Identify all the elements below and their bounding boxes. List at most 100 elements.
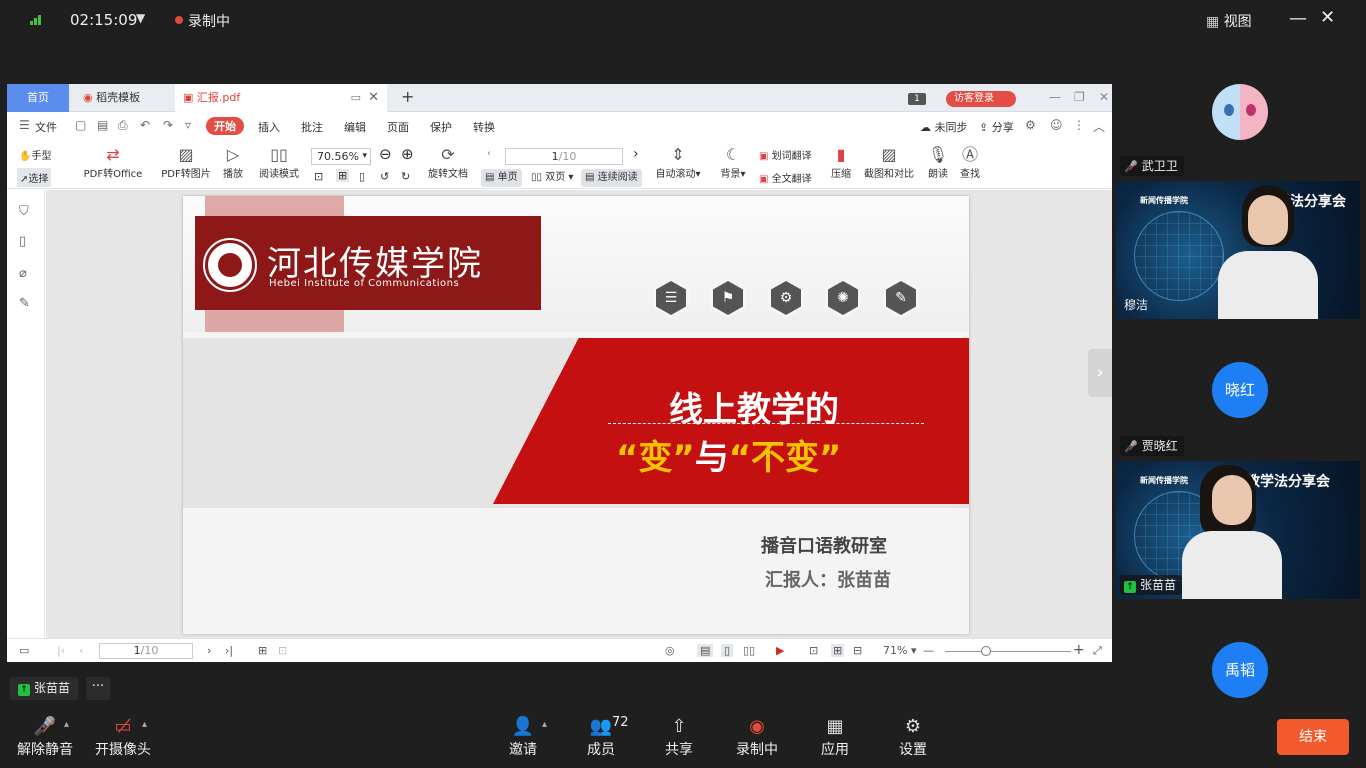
camera-button[interactable]: ▭̸ 开摄像头 ▴	[94, 715, 152, 759]
record-button[interactable]: ◉ 录制中	[735, 715, 779, 759]
fit-width-icon-bottom[interactable]: ⊟	[853, 644, 862, 657]
select-tool[interactable]: ➚选择	[17, 168, 52, 187]
thumbnails-icon[interactable]: ▯	[19, 234, 26, 249]
background-button[interactable]: ☾ 背景▾	[717, 145, 749, 180]
play-button[interactable]: ▷ 播放	[220, 145, 246, 180]
collapse-icon[interactable]: ︿	[1093, 118, 1105, 135]
customize-dropdown-icon[interactable]: ▿	[185, 118, 191, 132]
continuous-mode-icon[interactable]: ▤	[697, 644, 714, 657]
redo-icon[interactable]: ↷	[163, 118, 173, 132]
rotate-document-button[interactable]: ⟳ 旋转文档	[425, 145, 471, 180]
find-button[interactable]: Ⓐ 查找	[957, 145, 983, 180]
settings-icon[interactable]: ⚙	[1025, 118, 1036, 132]
menu-start[interactable]: 开始	[206, 117, 244, 135]
menu-page[interactable]: 页面	[387, 119, 409, 135]
zoom-slider-track[interactable]	[945, 651, 1071, 652]
end-meeting-button[interactable]: 结束	[1277, 719, 1349, 755]
pdf-to-image-button[interactable]: ▨ PDF转图片	[157, 145, 215, 180]
auto-scroll-button[interactable]: ⇕ 自动滚动▾	[652, 145, 704, 180]
menu-protect[interactable]: 保护	[430, 119, 452, 135]
first-page-icon[interactable]: |‹	[57, 644, 65, 657]
continuous-read-button[interactable]: ▤ 连续阅读	[581, 169, 642, 187]
zoom-select[interactable]: 70.56% ▾	[311, 148, 371, 165]
attachment-icon[interactable]: ⌀	[19, 266, 27, 281]
pdf-to-office-button[interactable]: ⇄ PDF转Office	[77, 145, 149, 180]
participant-tile-1[interactable]: 🎤̸ 武卫卫	[1116, 42, 1360, 180]
sidebar-toggle-icon[interactable]: ▭	[19, 644, 29, 657]
menu-convert[interactable]: 转换	[473, 119, 495, 135]
fit-width-icon[interactable]: ▯	[359, 170, 365, 183]
invite-button[interactable]: 👤 邀请 ▴	[506, 715, 547, 759]
monitor-icon[interactable]: ▭	[351, 84, 361, 112]
word-translate-button[interactable]: ▣ 划词翻译	[759, 147, 812, 162]
hamburger-icon[interactable]: ☰	[19, 118, 30, 132]
rotate-right-icon[interactable]: ↻	[401, 170, 410, 183]
menu-annotate[interactable]: 批注	[301, 119, 323, 135]
menu-edit[interactable]: 编辑	[344, 119, 366, 135]
side-next-icon[interactable]: ›	[1088, 349, 1112, 397]
screenshot-compare-button[interactable]: ▨ 截图和对比	[861, 145, 917, 180]
close-tab-icon[interactable]: ✕	[368, 84, 379, 112]
fullscreen-icon[interactable]: ⤢	[1093, 644, 1102, 658]
play-slideshow-icon[interactable]: ▶	[776, 644, 784, 657]
zoom-slider-handle[interactable]	[981, 646, 991, 656]
unmute-button[interactable]: 🎤̸ 解除静音 ▴	[16, 715, 74, 759]
members-button[interactable]: 👥 成员 72	[586, 715, 629, 759]
last-page-icon[interactable]: ›|	[225, 644, 233, 657]
tab-template[interactable]: ◉ 稻壳模板	[71, 84, 171, 112]
page-input-bottom[interactable]: 1/10	[99, 643, 193, 659]
next-page-icon[interactable]: ›	[633, 146, 639, 162]
share-screen-button[interactable]: ⇧ 共享	[664, 715, 694, 759]
double-mode-icon[interactable]: ▯▯	[743, 644, 755, 657]
share-button[interactable]: ⇪ 分享	[979, 119, 1014, 135]
close-icon[interactable]: ✕	[1320, 7, 1335, 28]
visitor-login-button[interactable]: 访客登录	[946, 91, 1016, 107]
view-button[interactable]: ▦ 视图	[1206, 11, 1252, 31]
participant-tile-2[interactable]: 新闻传播学院 学法分享会 穆洁	[1116, 181, 1360, 319]
sync-status[interactable]: ☁ 未同步	[920, 119, 968, 135]
timer-dropdown-icon[interactable]: ▼	[136, 11, 145, 25]
chevron-up-icon[interactable]: ▴	[64, 719, 69, 730]
hand-tool[interactable]: ✋手型	[19, 147, 51, 162]
page-input[interactable]: 1/10	[505, 148, 623, 165]
participant-tile-3[interactable]: 晓红 🎤̸ 贾晓红	[1116, 322, 1360, 460]
single-mode-icon[interactable]: ▯	[721, 644, 734, 657]
full-translate-button[interactable]: ▣ 全文翻译	[759, 170, 812, 185]
next-page-icon-bottom[interactable]: ›	[207, 644, 211, 657]
new-tab-icon[interactable]: +	[401, 87, 414, 106]
zoom-out-icon[interactable]: ⊖	[379, 145, 392, 163]
prev-page-icon-bottom[interactable]: ‹	[79, 644, 83, 657]
menu-insert[interactable]: 插入	[258, 119, 280, 135]
minimize-icon[interactable]: —	[1289, 8, 1307, 29]
chevron-up-icon[interactable]: ▴	[142, 719, 147, 730]
fit-page-icon-bottom[interactable]: ⊞	[831, 644, 845, 657]
print-icon[interactable]: ⎙	[118, 118, 128, 133]
zoom-level[interactable]: 71% ▾	[883, 644, 916, 657]
more-icon[interactable]: ⋮	[1073, 118, 1085, 132]
chevron-up-icon[interactable]: ▴	[542, 719, 547, 730]
actual-size-icon[interactable]: ⊡	[314, 170, 323, 183]
eye-care-icon[interactable]: ◎	[665, 644, 675, 657]
pdf-restore-icon[interactable]: ❐	[1074, 90, 1085, 104]
zoom-in-icon-bottom[interactable]: +	[1073, 642, 1085, 658]
tab-home[interactable]: 首页	[7, 84, 69, 112]
help-icon[interactable]: ☺	[1050, 118, 1063, 132]
settings-button[interactable]: ⚙ 设置	[898, 715, 928, 759]
read-mode-button[interactable]: ▯▯ 阅读模式	[255, 145, 303, 180]
rotate-left-icon[interactable]: ↺	[380, 170, 389, 183]
zoom-in-icon[interactable]: ⊕	[401, 145, 414, 163]
network-signal-icon[interactable]	[30, 13, 44, 25]
compress-button[interactable]: ▮ 压缩	[827, 145, 855, 180]
add-page-icon[interactable]: ⊞	[258, 644, 267, 657]
participant-tile-4[interactable]: 新闻传播学院 上教学法分享会 ↑ 张苗苗	[1116, 461, 1360, 599]
pdf-minimize-icon[interactable]: —	[1049, 90, 1061, 104]
single-page-button[interactable]: ▤ 单页	[481, 169, 522, 187]
signature-icon[interactable]: ✎	[19, 296, 30, 311]
save-icon[interactable]: ▤	[97, 118, 108, 132]
fit-page-icon[interactable]: ⊞	[336, 169, 350, 182]
prev-page-icon[interactable]: ‹	[487, 148, 491, 159]
tab-pdf-file[interactable]: ▣ 汇报.pdf ▭ ✕	[175, 84, 387, 112]
presenter-name-chip[interactable]: ↑ 张苗苗	[10, 677, 79, 700]
read-aloud-button[interactable]: 🎙 朗读	[925, 145, 951, 180]
participant-tile-5[interactable]: 禹韬	[1116, 602, 1360, 705]
